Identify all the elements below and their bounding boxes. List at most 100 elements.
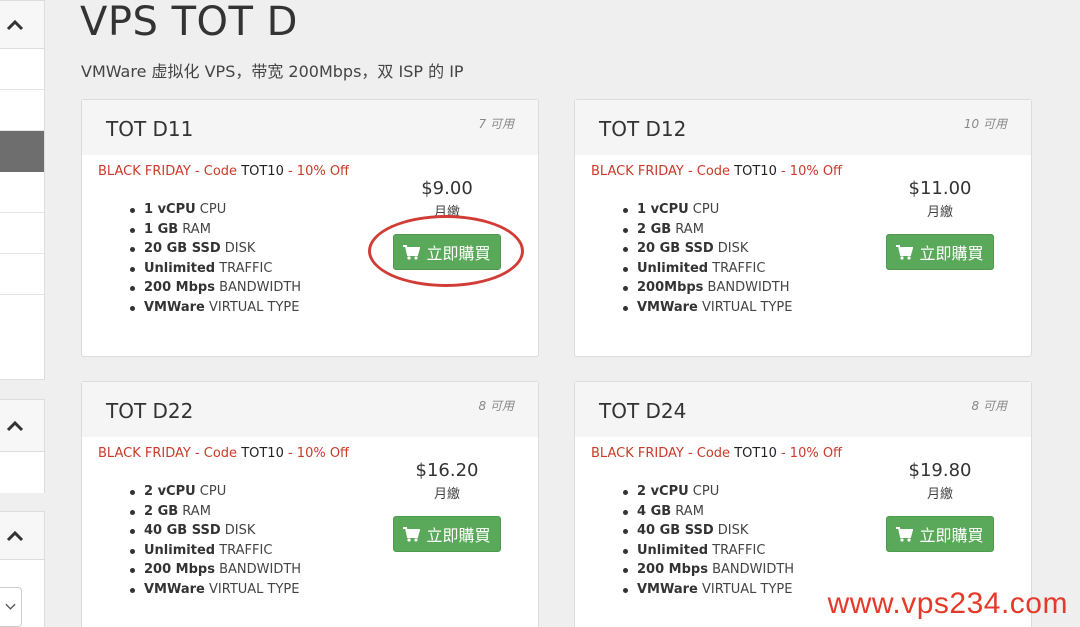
price-box: $9.00 月繳: [392, 178, 502, 220]
product-name: TOT D24: [599, 399, 687, 423]
buy-now-label: 立即購買: [919, 244, 984, 263]
feature-item: 200 Mbps BANDWIDTH: [130, 560, 301, 580]
product-name: TOT D22: [106, 399, 194, 423]
feature-label: BANDWIDTH: [214, 280, 302, 295]
feature-label: VIRTUAL TYPE: [204, 581, 300, 597]
promo-suffix: - 10% Off: [283, 164, 350, 179]
billing-cycle: 月繳: [433, 487, 460, 502]
sidebar-panel-header[interactable]: [0, 1, 44, 49]
sidebar-item[interactable]: [0, 172, 44, 213]
feature-item: 1 vCPU CPU: [623, 200, 792, 220]
feature-item: Unlimited TRAFFIC: [130, 259, 301, 279]
promo-text: BLACK FRIDAY - Code TOT10 - 10% Off: [98, 164, 349, 179]
promo-text: BLACK FRIDAY - Code TOT10 - 10% Off: [98, 446, 349, 461]
feature-label: BANDWIDTH: [214, 562, 302, 577]
billing-cycle: 月繳: [926, 205, 953, 220]
promo-text: BLACK FRIDAY - Code TOT10 - 10% Off: [591, 446, 842, 461]
billing-cycle: 月繳: [926, 487, 953, 502]
feature-label: DISK: [713, 241, 749, 256]
card-header: TOT D12 10 可用: [575, 100, 1031, 155]
price: $11.00: [908, 178, 972, 199]
feature-item: 2 GB RAM: [623, 220, 792, 240]
availability-count: 8 可用: [478, 399, 514, 413]
chevron-down-icon: [5, 603, 16, 610]
sidebar-item[interactable]: [0, 49, 44, 90]
buy-now-button[interactable]: 立即購買: [886, 516, 994, 552]
feature-item: 2 GB RAM: [130, 502, 301, 522]
feature-value: VMWare: [637, 581, 698, 597]
feature-label: CPU: [688, 484, 720, 499]
sidebar-item[interactable]: [0, 213, 44, 254]
feature-value: 20 GB SSD: [144, 241, 221, 256]
feature-value: 2 GB: [637, 221, 672, 237]
feature-item: 1 GB RAM: [130, 220, 301, 240]
feature-label: RAM: [671, 503, 704, 519]
chevron-up-icon[interactable]: [6, 19, 24, 31]
feature-item: VMWare VIRTUAL TYPE: [623, 580, 794, 600]
promo-code: TOT10: [734, 164, 777, 179]
product-name: TOT D11: [106, 117, 194, 141]
feature-item: 200 Mbps BANDWIDTH: [130, 278, 301, 298]
feature-value: 1 GB: [144, 221, 179, 237]
feature-item: 2 vCPU CPU: [130, 482, 301, 502]
feature-label: VIRTUAL TYPE: [204, 299, 300, 315]
promo-code: TOT10: [241, 446, 284, 461]
promo-prefix: BLACK FRIDAY - Code: [591, 446, 735, 461]
feature-label: CPU: [195, 202, 227, 217]
feature-item: 200 Mbps BANDWIDTH: [623, 560, 794, 580]
promo-suffix: - 10% Off: [776, 446, 843, 461]
price-box: $11.00 月繳: [885, 178, 995, 220]
feature-label: BANDWIDTH: [703, 280, 790, 295]
feature-label: CPU: [195, 484, 227, 499]
feature-label: DISK: [220, 523, 256, 538]
feature-item: 40 GB SSD DISK: [130, 521, 301, 541]
watermark: www.vps234.com: [827, 587, 1068, 620]
billing-cycle: 月繳: [433, 205, 460, 220]
feature-item: 40 GB SSD DISK: [623, 521, 794, 541]
promo-suffix: - 10% Off: [283, 446, 350, 461]
shopping-cart-icon: [403, 526, 421, 542]
feature-list: 2 vCPU CPU 2 GB RAM 40 GB SSD DISK Unlim…: [130, 482, 301, 599]
sidebar-panel-header[interactable]: [0, 400, 44, 452]
price: $16.20: [415, 460, 479, 481]
feature-label: CPU: [688, 202, 720, 217]
feature-value: 1 vCPU: [637, 202, 689, 217]
card-header: TOT D11 7 可用: [82, 100, 538, 155]
price-box: $19.80 月繳: [885, 460, 995, 502]
page-title: VPS TOT D: [80, 0, 298, 45]
feature-value: VMWare: [144, 299, 205, 315]
product-card: TOT D22 8 可用 BLACK FRIDAY - Code TOT10 -…: [81, 381, 539, 627]
sidebar-item[interactable]: [0, 452, 44, 493]
sidebar-item[interactable]: [0, 90, 44, 131]
currency-select[interactable]: [0, 587, 22, 627]
feature-item: 1 vCPU CPU: [130, 200, 301, 220]
buy-now-button[interactable]: 立即購買: [393, 516, 501, 552]
feature-item: Unlimited TRAFFIC: [623, 259, 792, 279]
shopping-cart-icon: [896, 244, 914, 260]
sidebar-item-active[interactable]: [0, 131, 44, 172]
card-header: TOT D22 8 可用: [82, 382, 538, 437]
price: $9.00: [421, 178, 473, 199]
feature-value: VMWare: [637, 299, 698, 315]
price: $19.80: [908, 460, 972, 481]
sidebar-item[interactable]: [0, 295, 44, 336]
chevron-up-icon[interactable]: [6, 530, 24, 542]
feature-item: 20 GB SSD DISK: [130, 239, 301, 259]
feature-label: RAM: [178, 503, 211, 519]
sidebar-item[interactable]: [0, 254, 44, 295]
feature-value: 40 GB SSD: [144, 523, 221, 538]
buy-now-button[interactable]: 立即購買: [886, 234, 994, 270]
feature-value: VMWare: [144, 581, 205, 597]
buy-now-label: 立即購買: [919, 526, 984, 545]
feature-item: VMWare VIRTUAL TYPE: [130, 580, 301, 600]
product-card: TOT D12 10 可用 BLACK FRIDAY - Code TOT10 …: [574, 99, 1032, 357]
buy-now-button[interactable]: 立即購買: [393, 234, 501, 270]
feature-item: Unlimited TRAFFIC: [130, 541, 301, 561]
buy-now-label: 立即購買: [426, 244, 491, 263]
chevron-up-icon[interactable]: [6, 420, 24, 432]
feature-value: 20 GB SSD: [637, 241, 714, 256]
shopping-cart-icon: [896, 526, 914, 542]
feature-value: Unlimited: [144, 542, 216, 558]
sidebar-panel-header[interactable]: [0, 512, 44, 560]
price-box: $16.20 月繳: [392, 460, 502, 502]
